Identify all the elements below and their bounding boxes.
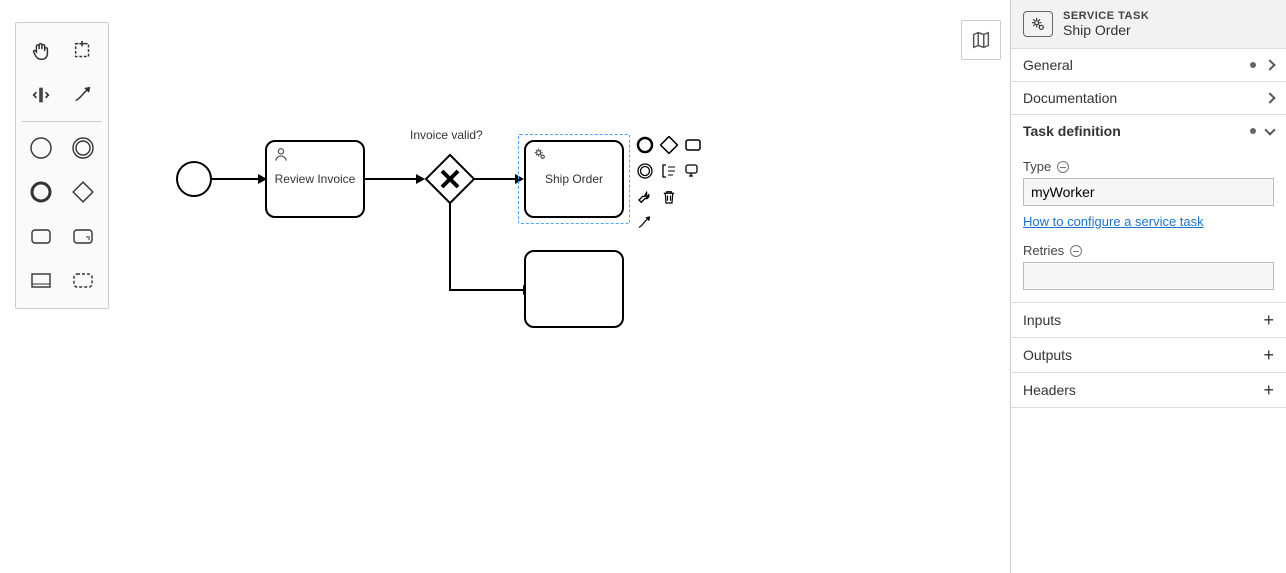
task-definition-body: Type How to configure a service task Ret…	[1011, 147, 1286, 303]
plus-icon[interactable]: +	[1263, 381, 1274, 399]
section-documentation[interactable]: Documentation	[1011, 82, 1286, 115]
section-label: Task definition	[1023, 123, 1121, 139]
group-icon[interactable]	[65, 262, 101, 298]
context-pad	[634, 134, 714, 224]
section-label: Documentation	[1023, 90, 1117, 106]
start-event-icon[interactable]	[23, 130, 59, 166]
append-end-event-icon[interactable]	[634, 134, 656, 156]
properties-panel: SERVICE TASK Ship Order General Document…	[1010, 0, 1286, 573]
gateway-icon[interactable]	[65, 174, 101, 210]
space-tool-icon[interactable]	[23, 77, 59, 113]
section-label: General	[1023, 57, 1073, 73]
wrench-icon[interactable]	[634, 186, 656, 208]
section-label: Inputs	[1023, 312, 1061, 328]
section-label: Outputs	[1023, 347, 1072, 363]
retries-input[interactable]	[1023, 262, 1274, 290]
service-task-icon	[532, 146, 548, 165]
lasso-tool-icon[interactable]	[65, 33, 101, 69]
section-general[interactable]: General	[1011, 49, 1286, 82]
help-link[interactable]: How to configure a service task	[1023, 214, 1204, 229]
section-label: Headers	[1023, 382, 1076, 398]
sequence-flow[interactable]	[474, 170, 524, 188]
plus-icon[interactable]: +	[1263, 346, 1274, 364]
connect-icon[interactable]	[634, 212, 656, 234]
sequence-flow[interactable]	[365, 170, 425, 188]
task-review-invoice[interactable]: Review Invoice	[265, 140, 365, 218]
indicator-dot-icon	[1250, 62, 1256, 68]
task-label: Ship Order	[545, 172, 603, 186]
section-inputs[interactable]: Inputs +	[1011, 303, 1286, 338]
change-type-icon[interactable]	[682, 160, 704, 182]
header-name: Ship Order	[1063, 22, 1149, 38]
start-event[interactable]	[175, 160, 213, 201]
task-empty[interactable]	[524, 250, 624, 328]
subprocess-icon[interactable]	[23, 262, 59, 298]
task-label: Review Invoice	[275, 172, 356, 186]
end-event-icon[interactable]	[23, 174, 59, 210]
task-ship-order[interactable]: Ship Order	[524, 140, 624, 218]
chevron-down-icon	[1264, 124, 1275, 135]
indicator-dot-icon	[1250, 128, 1256, 134]
section-headers[interactable]: Headers +	[1011, 373, 1286, 408]
fx-icon[interactable]	[1070, 245, 1082, 257]
intermediate-event-icon[interactable]	[65, 130, 101, 166]
hand-tool-icon[interactable]	[23, 33, 59, 69]
connect-tool-icon[interactable]	[65, 77, 101, 113]
retries-label: Retries	[1023, 243, 1274, 258]
append-intermediate-event-icon[interactable]	[634, 160, 656, 182]
delete-icon[interactable]	[658, 186, 680, 208]
section-task-definition[interactable]: Task definition	[1011, 115, 1286, 147]
task-icon[interactable]	[23, 218, 59, 254]
panel-header: SERVICE TASK Ship Order	[1011, 0, 1286, 49]
type-label: Type	[1023, 159, 1274, 174]
header-type: SERVICE TASK	[1063, 10, 1149, 22]
plus-icon[interactable]: +	[1263, 311, 1274, 329]
service-task-header-icon	[1023, 11, 1053, 37]
sequence-flow[interactable]	[212, 170, 267, 188]
user-task-icon	[273, 146, 289, 165]
append-task-icon[interactable]	[682, 134, 704, 156]
section-outputs[interactable]: Outputs +	[1011, 338, 1286, 373]
append-text-annotation-icon[interactable]	[658, 160, 680, 182]
diagram-canvas[interactable]: Review Invoice Invoice valid? Ship Order	[110, 0, 1010, 573]
type-input[interactable]	[1023, 178, 1274, 206]
exclusive-gateway[interactable]	[423, 152, 477, 209]
gateway-label: Invoice valid?	[410, 128, 483, 142]
fx-icon[interactable]	[1057, 161, 1069, 173]
sequence-flow[interactable]	[441, 203, 533, 298]
chevron-right-icon	[1264, 59, 1275, 70]
chevron-right-icon	[1264, 92, 1275, 103]
minimap-toggle-icon[interactable]	[961, 20, 1001, 60]
append-gateway-icon[interactable]	[658, 134, 680, 156]
data-store-icon[interactable]	[65, 218, 101, 254]
tool-palette	[15, 22, 109, 309]
